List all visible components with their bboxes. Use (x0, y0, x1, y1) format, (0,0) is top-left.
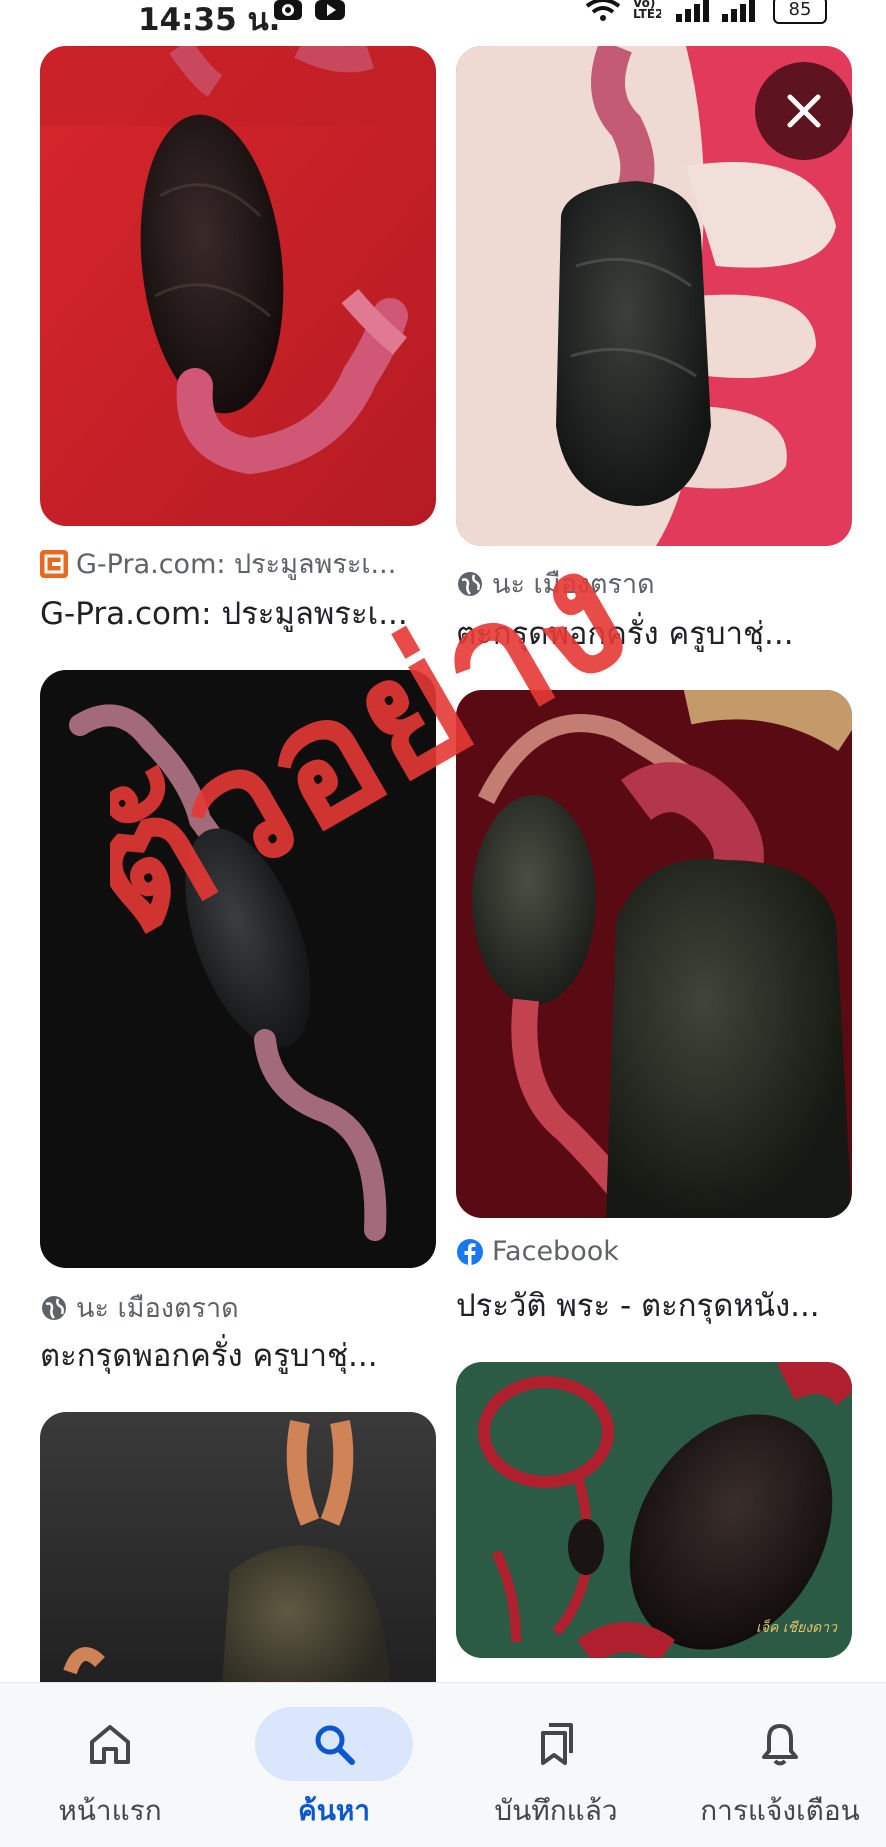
home-icon (90, 1725, 130, 1764)
result-source-2[interactable]: นะ เมืองตราด (456, 562, 655, 605)
result-source-label: G-Pra.com: ประมูลพระเ... (76, 549, 397, 580)
image-caption-text: เจ็ค เชียงดาว (756, 1619, 838, 1636)
result-image-4[interactable] (456, 690, 852, 1218)
search-icon (315, 1725, 355, 1765)
globe-icon (458, 571, 482, 596)
result-image-1[interactable] (40, 46, 436, 526)
globe-icon (42, 1295, 66, 1320)
site-favicon-icon (40, 549, 68, 578)
bottom-navigation: หน้าแรก ค้นหา บันทึกแล้ว การแจ้งเตือน (0, 1682, 886, 1847)
signal-icon (676, 0, 709, 22)
close-icon (787, 94, 821, 128)
result-image-5[interactable] (40, 1412, 436, 1712)
result-image-6[interactable]: เจ็ค เชียงดาว (456, 1362, 852, 1658)
status-bar: 14:35 น. Vo) LTE2 85 (0, 0, 886, 40)
nav-home-label: หน้าแรก (58, 1794, 162, 1827)
nav-notifications[interactable]: การแจ้งเตือน (680, 1683, 880, 1847)
image-results-grid: G-Pra.com: ประมูลพระเ... G-Pra.com: ประม… (0, 0, 886, 1846)
result-title-2[interactable]: ตะกรุดพอกครั่ง ครูบาชุ่... (456, 608, 794, 658)
nav-search[interactable]: ค้นหา (234, 1683, 434, 1847)
result-source-label: นะ เมืองตราด (76, 1293, 239, 1324)
battery-icon: 85 (773, 0, 827, 24)
network-type: Vo) LTE2 (633, 0, 661, 20)
nav-saved[interactable]: บันทึกแล้ว (456, 1683, 656, 1847)
result-title-1[interactable]: G-Pra.com: ประมูลพระเ... (40, 588, 408, 638)
close-button[interactable] (755, 62, 853, 160)
result-source-3[interactable]: นะ เมืองตราด (40, 1286, 239, 1329)
result-source-label: นะ เมืองตราด (492, 569, 655, 600)
result-image-3[interactable] (40, 670, 436, 1268)
result-source-1[interactable]: G-Pra.com: ประมูลพระเ... (40, 542, 396, 585)
battery-level: 85 (788, 0, 812, 20)
nav-search-label: ค้นหา (297, 1794, 371, 1827)
camera-icon (274, 0, 302, 20)
nav-home[interactable]: หน้าแรก (10, 1683, 210, 1847)
bookmark-icon (541, 1723, 573, 1765)
nav-notifications-label: การแจ้งเตือน (700, 1794, 860, 1827)
result-title-3[interactable]: ตะกรุดพอกครั่ง ครูบาชุ่... (40, 1330, 378, 1380)
result-source-label: Facebook (492, 1236, 619, 1267)
facebook-icon (457, 1238, 483, 1265)
youtube-icon (315, 0, 345, 20)
signal-2-icon (722, 0, 755, 22)
wifi-icon (585, 0, 621, 21)
nav-saved-label: บันทึกแล้ว (494, 1794, 618, 1827)
status-time: 14:35 น. (138, 2, 281, 38)
result-source-4[interactable]: Facebook (456, 1236, 619, 1267)
result-title-4[interactable]: ประวัติ พระ - ตะกรุดหนัง... (456, 1280, 820, 1330)
bell-icon (762, 1724, 798, 1766)
